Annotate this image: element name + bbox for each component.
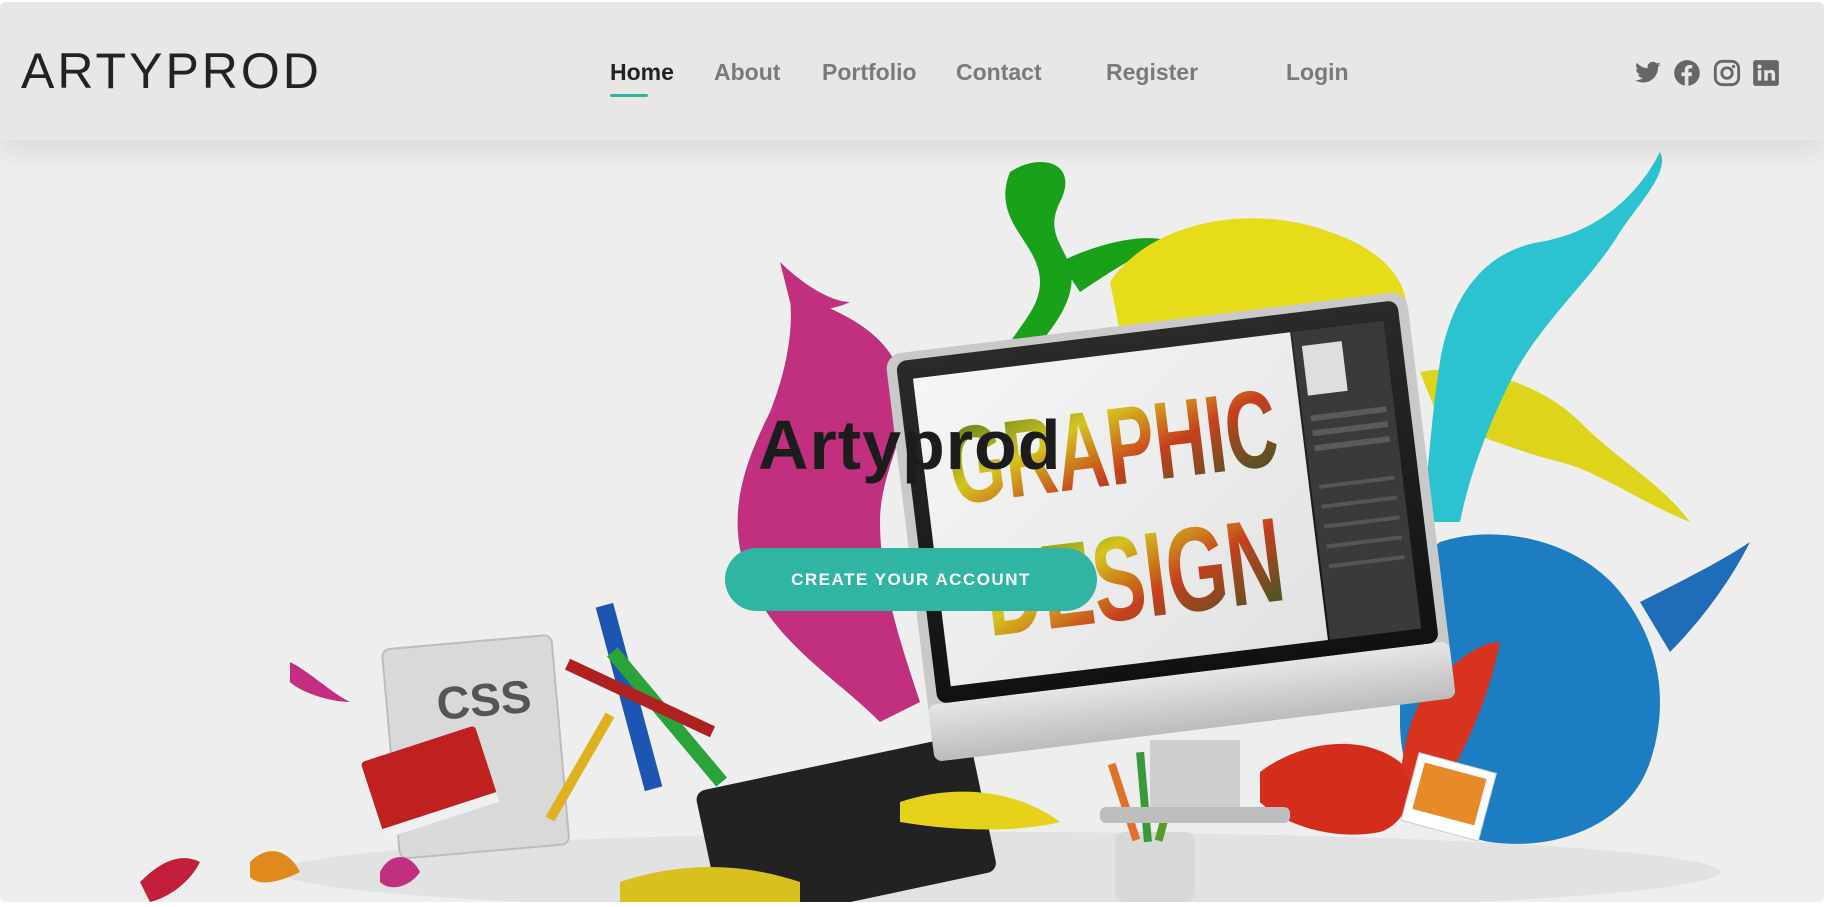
nav-link-home[interactable]: Home: [610, 59, 674, 97]
page: CSS GRAPHIC DESIGN Artyprod CREATE YOUR …: [0, 2, 1824, 902]
site-header: ARTYPROD Home About Portfolio Contact Re…: [0, 2, 1824, 140]
instagram-icon[interactable]: [1713, 59, 1741, 87]
main-nav: Home About Portfolio Contact Register Lo…: [0, 59, 1824, 99]
create-account-button[interactable]: CREATE YOUR ACCOUNT: [725, 548, 1097, 611]
nav-link-login[interactable]: Login: [1286, 59, 1349, 86]
hero-title: Artyprod: [758, 406, 1062, 484]
twitter-icon[interactable]: [1634, 59, 1662, 87]
nav-link-contact[interactable]: Contact: [956, 59, 1042, 86]
nav-link-about[interactable]: About: [714, 59, 780, 86]
facebook-icon[interactable]: [1673, 59, 1701, 87]
window-edge: [1824, 0, 1830, 907]
linkedin-icon[interactable]: [1752, 59, 1780, 87]
svg-text:CSS: CSS: [435, 670, 534, 730]
nav-link-register[interactable]: Register: [1106, 59, 1198, 86]
nav-link-portfolio[interactable]: Portfolio: [822, 59, 917, 86]
